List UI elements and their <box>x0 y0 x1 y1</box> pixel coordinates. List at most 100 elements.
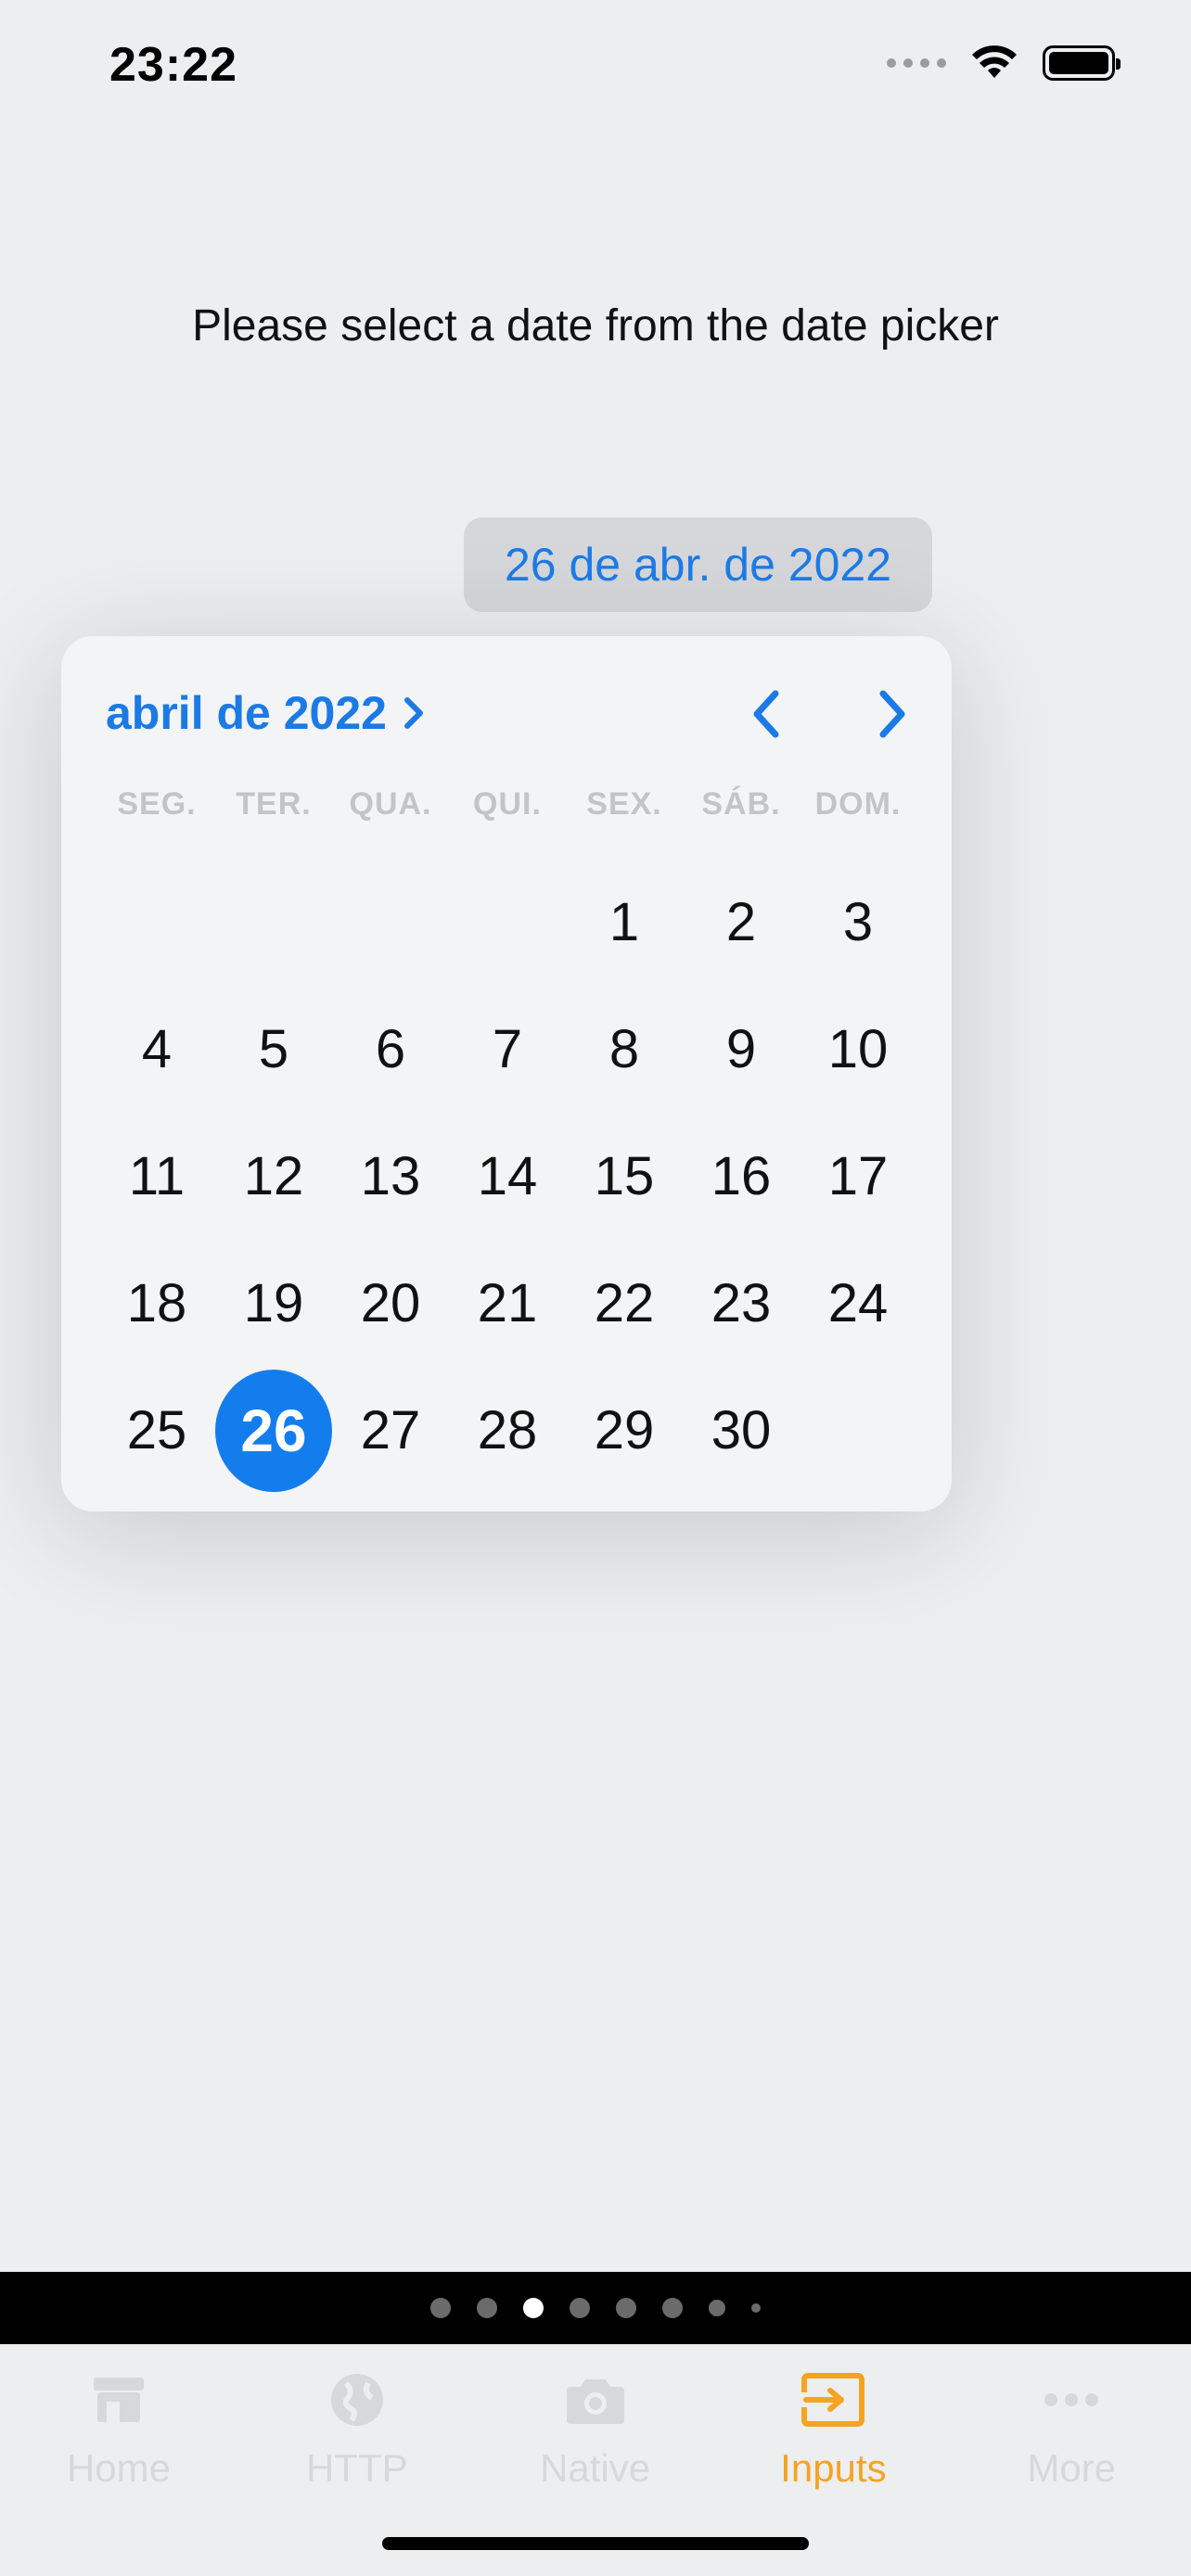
day-cell[interactable]: 21 <box>449 1240 566 1367</box>
day-grid: 1 2 3 4 5 6 7 8 9 10 11 12 13 14 15 16 17 18 19 20 21 22 23 24 2… <box>98 859 916 1494</box>
day-number: 4 <box>141 1019 173 1079</box>
day-cell[interactable]: 20 <box>332 1240 449 1367</box>
weekday-header: SEG. TER. QUA. QUI. SEX. SÁB. DOM. <box>98 786 916 823</box>
date-picker-button[interactable]: 26 de abr. de 2022 <box>464 517 932 612</box>
tab-inputs[interactable]: Inputs <box>714 2363 952 2491</box>
day-cell[interactable]: 5 <box>215 986 332 1113</box>
page-dot[interactable] <box>570 2298 590 2318</box>
tab-more[interactable]: More <box>953 2363 1190 2491</box>
home-indicator[interactable] <box>382 2537 809 2550</box>
day-cell[interactable]: 1 <box>566 859 683 986</box>
day-number: 16 <box>711 1146 772 1206</box>
status-icons <box>887 45 1121 82</box>
tab-native[interactable]: Native <box>477 2363 714 2491</box>
weekday-label: QUI. <box>473 786 542 822</box>
day-number: 3 <box>842 892 874 952</box>
day-cell[interactable]: 12 <box>215 1113 332 1240</box>
page-dot[interactable] <box>477 2298 497 2318</box>
page-indicator[interactable] <box>0 2272 1191 2344</box>
day-cell[interactable]: 16 <box>683 1113 800 1240</box>
selected-day[interactable]: 26 <box>215 1367 332 1494</box>
day-cell[interactable]: 10 <box>800 986 916 1113</box>
page-dot[interactable] <box>662 2298 683 2318</box>
day-number: 1 <box>608 892 640 952</box>
day-cell[interactable]: 14 <box>449 1113 566 1240</box>
input-icon <box>714 2363 952 2437</box>
day-cell[interactable]: 3 <box>800 859 916 986</box>
day-cell[interactable]: 6 <box>332 986 449 1113</box>
chevron-right-icon <box>403 697 423 729</box>
day-number: 26 <box>215 1369 332 1492</box>
day-number: 25 <box>126 1400 187 1460</box>
page-dot[interactable] <box>709 2300 725 2316</box>
day-cell[interactable]: 22 <box>566 1240 683 1367</box>
day-number: 2 <box>725 892 757 952</box>
day-cell[interactable]: 25 <box>98 1367 215 1494</box>
tab-label: Native <box>540 2446 651 2490</box>
day-number: 23 <box>711 1273 772 1333</box>
tab-home[interactable]: Home <box>0 2363 237 2491</box>
day-cell[interactable]: 29 <box>566 1367 683 1494</box>
signal-icon <box>887 58 946 68</box>
tab-label: Home <box>66 2446 172 2490</box>
tab-http[interactable]: HTTP <box>238 2363 476 2491</box>
page-dot[interactable] <box>430 2298 451 2318</box>
day-cell[interactable]: 23 <box>683 1240 800 1367</box>
page-dot[interactable] <box>616 2298 636 2318</box>
day-number: 9 <box>725 1019 757 1079</box>
day-cell[interactable]: 17 <box>800 1113 916 1240</box>
day-number: 11 <box>128 1146 186 1206</box>
day-number: 27 <box>360 1400 421 1460</box>
page-dot-active[interactable] <box>523 2298 544 2318</box>
tab-label: More <box>1027 2446 1117 2490</box>
chevron-left-icon <box>753 690 779 738</box>
day-cell[interactable]: 27 <box>332 1367 449 1494</box>
previous-month-button[interactable] <box>738 684 794 744</box>
weekday-label: SÁB. <box>701 786 781 822</box>
day-number: 30 <box>711 1400 772 1460</box>
weekday-label: SEG. <box>117 786 197 822</box>
day-cell[interactable]: 13 <box>332 1113 449 1240</box>
day-cell[interactable]: 30 <box>683 1367 800 1494</box>
status-time: 23:22 <box>109 38 237 92</box>
chevron-right-icon <box>879 690 905 738</box>
day-cell[interactable]: 7 <box>449 986 566 1113</box>
wifi-icon <box>972 45 1017 78</box>
day-number: 28 <box>477 1400 538 1460</box>
empty-day-cell <box>98 859 215 986</box>
day-number: 14 <box>477 1146 538 1206</box>
day-cell[interactable]: 24 <box>800 1240 916 1367</box>
calendar-popover: abril de 2022 SEG. TER. QUA. QUI. SEX. SÁB. DO… <box>61 636 952 1511</box>
day-number: 13 <box>360 1146 421 1206</box>
day-number: 20 <box>360 1273 421 1333</box>
day-cell[interactable]: 28 <box>449 1367 566 1494</box>
next-month-button[interactable] <box>864 684 920 744</box>
page-dot[interactable] <box>751 2303 761 2313</box>
day-number: 15 <box>594 1146 655 1206</box>
instruction-text: Please select a date from the date picke… <box>192 301 999 351</box>
tab-label: Inputs <box>780 2446 887 2490</box>
day-cell[interactable]: 9 <box>683 986 800 1113</box>
battery-icon <box>1043 45 1121 81</box>
camera-icon <box>477 2363 714 2437</box>
day-cell[interactable]: 8 <box>566 986 683 1113</box>
day-number: 18 <box>126 1273 187 1333</box>
day-cell[interactable]: 2 <box>683 859 800 986</box>
day-number: 22 <box>594 1273 655 1333</box>
day-cell[interactable]: 19 <box>215 1240 332 1367</box>
day-cell[interactable]: 11 <box>98 1113 215 1240</box>
weekday-label: TER. <box>236 786 312 822</box>
weekday-label: QUA. <box>349 786 432 822</box>
day-number: 24 <box>827 1273 889 1333</box>
day-number: 10 <box>827 1019 889 1079</box>
day-number: 12 <box>243 1146 304 1206</box>
day-cell[interactable]: 18 <box>98 1240 215 1367</box>
weekday-label: SEX. <box>586 786 662 822</box>
globe-icon <box>238 2363 476 2437</box>
weekday-label: DOM. <box>814 786 902 822</box>
day-cell[interactable]: 15 <box>566 1113 683 1240</box>
day-number: 5 <box>258 1019 289 1079</box>
day-cell[interactable]: 4 <box>98 986 215 1113</box>
month-year-selector[interactable]: abril de 2022 <box>106 686 426 740</box>
day-number: 6 <box>375 1019 406 1079</box>
